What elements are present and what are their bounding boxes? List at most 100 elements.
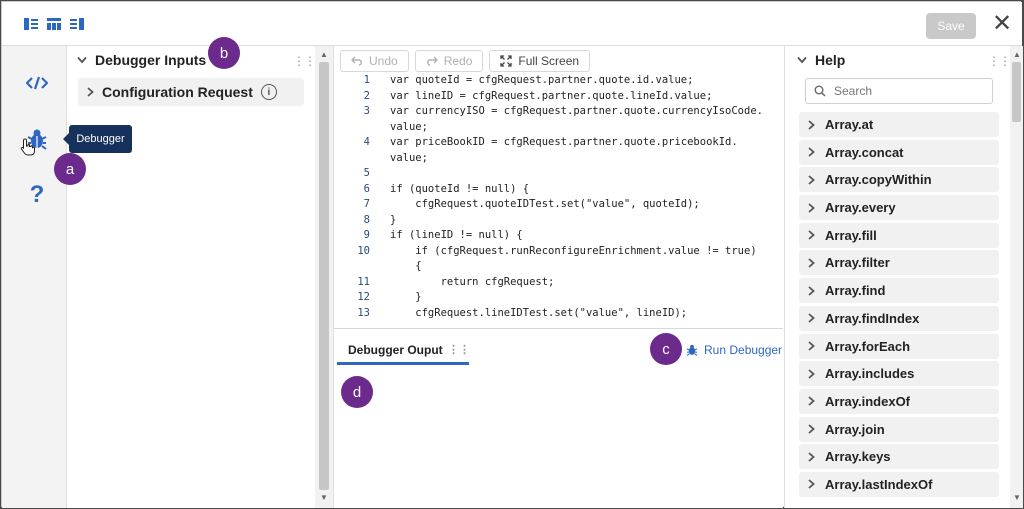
help-item-label: Array.indexOf	[825, 393, 911, 409]
chevron-right-icon	[808, 341, 815, 351]
scroll-thumb[interactable]	[1012, 62, 1021, 122]
code-text: cfgRequest.lineIDTest.set("value", lineI…	[390, 307, 688, 319]
help-item[interactable]: Array.every	[799, 195, 999, 221]
drag-handle-icon[interactable]: ⋮⋮	[448, 343, 470, 356]
redo-button[interactable]: Redo	[414, 50, 484, 72]
help-item-label: Array.lastIndexOf	[825, 476, 933, 492]
line-number: 2	[363, 90, 370, 102]
chevron-right-icon	[808, 369, 815, 379]
scroll-up-icon[interactable]: ▲	[1013, 50, 1021, 59]
code-line: 12 }	[334, 291, 421, 306]
run-debugger-button[interactable]: Run Debugger	[686, 343, 782, 357]
save-button[interactable]: Save	[926, 13, 976, 39]
configuration-request-item[interactable]: Configuration Request i	[78, 78, 304, 106]
code-line: 10 if (cfgRequest.runReconfigureEnrichme…	[334, 245, 756, 260]
debugger-output-tab-label: Debugger Ouput	[348, 343, 443, 357]
chevron-right-icon	[808, 396, 815, 407]
help-item-label: Array.at	[825, 117, 874, 132]
scroll-up-icon[interactable]: ▲	[320, 50, 328, 59]
line-number: 9	[363, 229, 370, 241]
help-item-label: Array.every	[825, 200, 896, 216]
callout-marker-d: d	[341, 376, 373, 408]
help-item[interactable]: Array.keys	[799, 444, 999, 470]
help-item-label: Array.concat	[825, 144, 904, 160]
scroll-down-icon[interactable]: ▼	[320, 493, 328, 502]
help-scrollbar[interactable]: ▲ ▼	[1010, 46, 1023, 508]
bug-icon	[686, 344, 698, 356]
line-number	[334, 121, 370, 136]
code-text: if (lineID != null) {	[390, 229, 523, 241]
help-item[interactable]: Array.forEach	[799, 333, 999, 359]
expand-icon	[500, 55, 513, 67]
help-item[interactable]: Array.indexOf	[799, 388, 999, 414]
help-item[interactable]: Array.findIndex	[799, 305, 999, 331]
tab-debugger-output[interactable]: Debugger Ouput ⋮⋮	[337, 337, 470, 365]
inputs-scrollbar[interactable]: ▲ ▼	[315, 46, 333, 508]
chevron-right-icon	[808, 202, 815, 213]
line-number: 10	[357, 245, 370, 257]
help-item-label: Array.includes	[825, 366, 915, 382]
undo-button[interactable]: Undo	[340, 50, 409, 72]
help-icon[interactable]: ?	[24, 181, 50, 208]
drag-handle-icon[interactable]: ⋮⋮	[988, 54, 1011, 68]
search-placeholder: Search	[834, 84, 873, 98]
code-text: cfgRequest.quoteIDTest.set("value", quot…	[390, 198, 700, 210]
help-item[interactable]: Array.copyWithin	[799, 167, 999, 193]
help-item[interactable]: Array.includes	[799, 361, 999, 387]
top-bar: Save ✕	[2, 2, 1022, 46]
code-text: if (cfgRequest.runReconfigureEnrichment.…	[390, 245, 757, 257]
line-number: 7	[363, 198, 370, 210]
help-item[interactable]: Array.find	[799, 278, 999, 304]
help-item[interactable]: Array.at	[799, 112, 999, 137]
line-number: 5	[363, 167, 370, 179]
inputs-panel-header[interactable]: Debugger Inputs	[77, 52, 206, 68]
help-item-label: Array.findIndex	[825, 310, 920, 326]
help-item-label: Array.copyWithin	[825, 172, 932, 188]
info-icon[interactable]: i	[260, 84, 277, 100]
code-text: value;	[390, 121, 428, 133]
line-number	[334, 152, 370, 167]
chevron-down-icon	[77, 56, 87, 64]
help-item-label: Array.keys	[825, 449, 891, 465]
chevron-down-icon	[797, 56, 807, 64]
code-line: 1 var quoteId = cfgRequest.partner.quote.…	[334, 74, 694, 89]
scroll-down-icon[interactable]: ▼	[1013, 493, 1021, 502]
help-item-label: Array.join	[825, 421, 885, 437]
help-header[interactable]: Help	[797, 52, 845, 68]
help-panel: Help ⋮⋮ Search Array.at Array.concat Array…	[784, 46, 1023, 508]
help-item[interactable]: Array.lastIndexOf	[799, 471, 999, 497]
layout-right-icon[interactable]	[70, 18, 84, 30]
chevron-right-icon	[808, 313, 815, 323]
code-icon[interactable]	[24, 70, 50, 96]
scroll-thumb[interactable]	[319, 62, 329, 490]
search-input[interactable]: Search	[805, 78, 993, 104]
chevron-right-icon	[808, 479, 815, 490]
help-item[interactable]: Array.fill	[799, 222, 999, 248]
layout-left-icon[interactable]	[24, 18, 38, 30]
chevron-right-icon	[808, 230, 815, 240]
chevron-right-icon	[808, 147, 815, 157]
layout-grid-icon[interactable]	[47, 18, 61, 30]
line-number: 11	[357, 276, 370, 288]
help-item[interactable]: Array.concat	[799, 139, 999, 165]
code-line: 3 var currencyISO = cfgRequest.partner.qu…	[334, 105, 763, 120]
code-line: 7 cfgRequest.quoteIDTest.set("value", qu…	[334, 198, 700, 213]
undo-icon	[351, 56, 362, 66]
line-number: 6	[363, 183, 370, 195]
redo-label: Redo	[443, 54, 473, 68]
full-screen-button[interactable]: Full Screen	[489, 50, 591, 72]
hand-cursor-icon	[20, 138, 35, 156]
line-number: 12	[357, 291, 370, 303]
code-text: var currencyISO = cfgRequest.partner.quo…	[390, 105, 763, 117]
line-number: 1	[363, 74, 370, 86]
layout-switcher	[24, 18, 84, 30]
code-line: 13 cfgRequest.lineIDTest.set("value", li…	[334, 307, 687, 322]
help-title: Help	[815, 52, 846, 68]
drag-handle-icon[interactable]: ⋮⋮	[293, 54, 316, 68]
chevron-right-icon	[808, 285, 815, 296]
help-item[interactable]: Array.filter	[799, 250, 999, 276]
close-icon[interactable]: ✕	[990, 12, 1014, 37]
chevron-right-icon	[808, 424, 815, 434]
help-item[interactable]: Array.join	[799, 416, 999, 442]
chevron-right-icon	[808, 258, 815, 268]
